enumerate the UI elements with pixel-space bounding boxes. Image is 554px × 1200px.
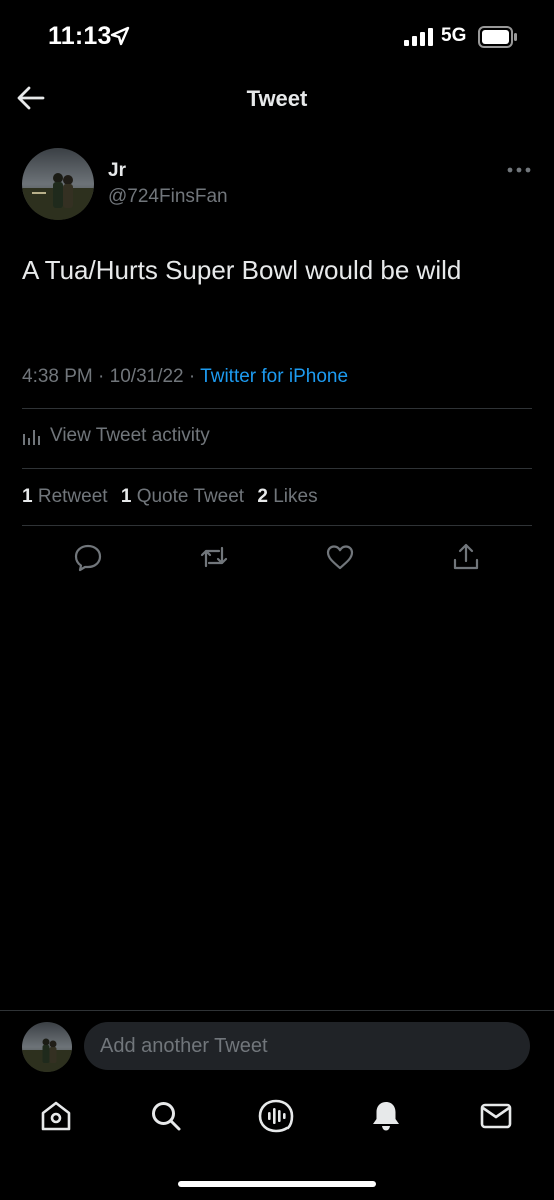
tweet-stats: 1 Retweet 1 Quote Tweet 2 Likes (22, 486, 318, 508)
page-title: Tweet (246, 86, 308, 111)
quotes-stat[interactable]: 1 Quote Tweet (121, 486, 244, 507)
retweets-stat[interactable]: 1 Retweet (22, 486, 108, 507)
location-arrow-icon (110, 26, 130, 46)
messages-icon[interactable] (478, 1098, 514, 1134)
status-time: 11:13 (48, 22, 112, 50)
view-activity-link[interactable]: View Tweet activity (22, 425, 210, 447)
view-activity-label: View Tweet activity (50, 425, 210, 446)
divider (0, 1010, 554, 1011)
divider (22, 468, 532, 469)
tweet-source-link[interactable]: Twitter for iPhone (200, 366, 348, 387)
divider (22, 408, 532, 409)
meta-separator: · (98, 366, 105, 387)
divider (22, 525, 532, 526)
user-avatar[interactable] (22, 1022, 72, 1072)
author-handle[interactable]: @724FinsFan (108, 186, 228, 208)
notifications-icon[interactable] (368, 1098, 404, 1134)
signal-bars-icon (404, 28, 434, 46)
analytics-icon (23, 430, 40, 445)
spaces-icon[interactable] (258, 1098, 294, 1134)
battery-icon (478, 26, 518, 48)
reply-input[interactable] (84, 1022, 530, 1070)
retweet-icon[interactable] (198, 541, 230, 573)
reply-icon[interactable] (72, 541, 104, 573)
tweet-text: A Tua/Hurts Super Bowl would be wild (22, 255, 462, 285)
tweet-time: 4:38 PM (22, 366, 93, 387)
meta-separator: · (188, 366, 196, 387)
search-icon[interactable] (148, 1098, 184, 1134)
tweet-date: 10/31/22 (109, 366, 184, 387)
network-type: 5G (441, 25, 467, 46)
more-options-icon[interactable] (506, 164, 532, 176)
home-icon[interactable] (38, 1098, 74, 1134)
author-avatar[interactable] (22, 148, 94, 220)
tweet-meta: 4:38 PM · 10/31/22 · Twitter for iPhone (22, 366, 348, 388)
likes-stat[interactable]: 2 Likes (257, 486, 317, 507)
home-indicator[interactable] (178, 1181, 376, 1187)
author-name[interactable]: Jr (108, 160, 126, 182)
share-icon[interactable] (450, 541, 482, 573)
like-icon[interactable] (324, 541, 356, 573)
